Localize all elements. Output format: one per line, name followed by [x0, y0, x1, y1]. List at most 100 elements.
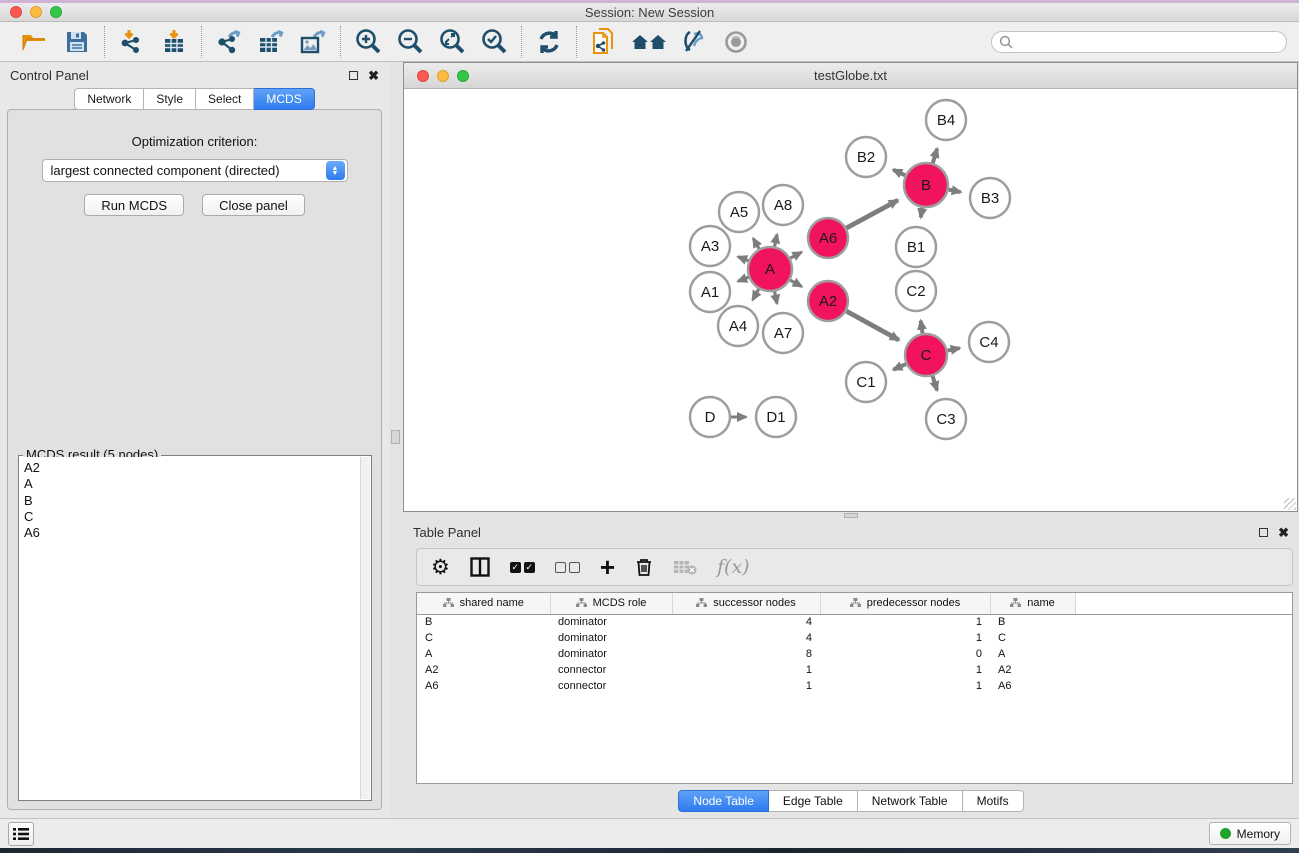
tab-select[interactable]: Select — [196, 88, 254, 110]
graph-node-B3[interactable]: B3 — [970, 178, 1010, 218]
mcds-result-item[interactable]: A6 — [24, 525, 356, 541]
edge-B-B2[interactable] — [893, 170, 905, 176]
cell-name[interactable]: C — [990, 630, 1075, 646]
zoom-selected-button[interactable] — [477, 26, 511, 58]
tab-motifs[interactable]: Motifs — [963, 790, 1024, 812]
cell-shared_name[interactable]: A6 — [417, 678, 550, 694]
cell-successor_nodes[interactable]: 8 — [672, 646, 820, 662]
graph-node-A[interactable]: A — [748, 247, 792, 291]
table-row-C[interactable]: Cdominator41C — [417, 630, 1292, 646]
graph-node-C1[interactable]: C1 — [846, 362, 886, 402]
zoom-window-button[interactable] — [50, 6, 62, 18]
zoom-in-button[interactable] — [351, 26, 385, 58]
graph-node-A3[interactable]: A3 — [690, 226, 730, 266]
column-header-name[interactable]: name — [990, 593, 1075, 614]
edge-B-B1[interactable] — [921, 208, 923, 218]
add-column-icon[interactable]: + — [600, 557, 615, 577]
graph-node-D1[interactable]: D1 — [756, 397, 796, 437]
edge-C-C3[interactable] — [933, 376, 937, 390]
edge-B-B4[interactable] — [933, 149, 937, 163]
graph-node-A4[interactable]: A4 — [718, 306, 758, 346]
memory-button[interactable]: Memory — [1209, 822, 1291, 845]
import-network-button[interactable] — [115, 26, 149, 58]
cell-shared_name[interactable]: A2 — [417, 662, 550, 678]
cell-mcds_role[interactable]: connector — [550, 678, 672, 694]
run-mcds-button[interactable]: Run MCDS — [84, 194, 184, 216]
float-panel-icon[interactable] — [349, 71, 358, 80]
graph-node-B1[interactable]: B1 — [896, 227, 936, 267]
zoom-out-button[interactable] — [393, 26, 427, 58]
edge-C-C1[interactable] — [893, 364, 906, 370]
edge-A-A1[interactable] — [738, 277, 749, 281]
splitter-handle[interactable] — [844, 513, 858, 518]
graph-node-A7[interactable]: A7 — [763, 313, 803, 353]
tab-node-table[interactable]: Node Table — [678, 790, 769, 812]
edge-C-C2[interactable] — [921, 321, 923, 334]
cell-successor_nodes[interactable]: 1 — [672, 678, 820, 694]
cell-successor_nodes[interactable]: 4 — [672, 614, 820, 630]
export-image-button[interactable] — [296, 26, 330, 58]
cell-name[interactable]: B — [990, 614, 1075, 630]
close-network-window-button[interactable] — [417, 70, 429, 82]
mcds-result-item[interactable]: B — [24, 493, 356, 509]
function-builder-icon[interactable]: f(x) — [717, 556, 750, 578]
graph-node-A6[interactable]: A6 — [808, 218, 848, 258]
minimize-network-window-button[interactable] — [437, 70, 449, 82]
graph-node-B4[interactable]: B4 — [926, 100, 966, 140]
close-window-button[interactable] — [10, 6, 22, 18]
tab-network[interactable]: Network — [74, 88, 144, 110]
mcds-result-item[interactable]: A2 — [24, 460, 356, 476]
cell-predecessor_nodes[interactable]: 1 — [820, 630, 990, 646]
graph-node-A5[interactable]: A5 — [719, 192, 759, 232]
tab-mcds[interactable]: MCDS — [254, 88, 314, 110]
edge-A-A5[interactable] — [753, 238, 759, 248]
clone-network-button[interactable] — [587, 26, 621, 58]
float-panel-icon[interactable] — [1259, 528, 1268, 537]
column-header-shared-name[interactable]: shared name — [417, 593, 550, 614]
tab-edge-table[interactable]: Edge Table — [769, 790, 858, 812]
edge-A-A2[interactable] — [790, 280, 802, 286]
graph-node-D[interactable]: D — [690, 397, 730, 437]
tab-style[interactable]: Style — [144, 88, 196, 110]
graph-node-C[interactable]: C — [905, 334, 947, 376]
column-header-MCDS-role[interactable]: MCDS role — [550, 593, 672, 614]
cell-name[interactable]: A6 — [990, 678, 1075, 694]
edge-A-A7[interactable] — [775, 292, 777, 304]
cell-predecessor_nodes[interactable]: 0 — [820, 646, 990, 662]
graph-node-A8[interactable]: A8 — [763, 185, 803, 225]
table-row-A[interactable]: Adominator80A — [417, 646, 1292, 662]
refresh-layout-button[interactable] — [532, 26, 566, 58]
minimize-window-button[interactable] — [30, 6, 42, 18]
cell-successor_nodes[interactable]: 1 — [672, 662, 820, 678]
graph-node-A2[interactable]: A2 — [808, 281, 848, 321]
edge-A6-B[interactable] — [846, 200, 897, 228]
table-settings-icon[interactable]: ⚙ — [431, 555, 450, 580]
column-header-successor-nodes[interactable]: successor nodes — [672, 593, 820, 614]
delete-table-icon[interactable] — [673, 559, 697, 575]
cell-name[interactable]: A — [990, 646, 1075, 662]
cell-shared_name[interactable]: C — [417, 630, 550, 646]
cell-shared_name[interactable]: B — [417, 614, 550, 630]
window-resize-grip[interactable] — [1284, 498, 1296, 510]
network-canvas[interactable]: B4B2BB3B1A5A8A6A3AA1A2C2A4A7C4CC1C3DD1 — [404, 89, 1297, 511]
table-row-B[interactable]: Bdominator41B — [417, 614, 1292, 630]
open-session-button[interactable] — [18, 26, 52, 58]
select-all-columns-icon[interactable]: ✓✓ — [510, 562, 535, 573]
close-panel-button[interactable]: Close panel — [202, 194, 305, 216]
edge-A2-C[interactable] — [846, 311, 898, 340]
cell-shared_name[interactable]: A — [417, 646, 550, 662]
task-history-button[interactable] — [8, 822, 34, 846]
cell-mcds_role[interactable]: dominator — [550, 630, 672, 646]
column-layout-icon[interactable] — [470, 557, 490, 577]
cell-predecessor_nodes[interactable]: 1 — [820, 614, 990, 630]
zoom-fit-button[interactable] — [435, 26, 469, 58]
unselect-all-columns-icon[interactable] — [555, 562, 580, 573]
cell-mcds_role[interactable]: dominator — [550, 646, 672, 662]
cell-name[interactable]: A2 — [990, 662, 1075, 678]
cell-predecessor_nodes[interactable]: 1 — [820, 678, 990, 694]
edge-A-A3[interactable] — [738, 257, 749, 261]
cell-mcds_role[interactable]: connector — [550, 662, 672, 678]
table-row-A2[interactable]: A2connector11A2 — [417, 662, 1292, 678]
graph-node-C4[interactable]: C4 — [969, 322, 1009, 362]
edge-A-A8[interactable] — [775, 234, 777, 246]
